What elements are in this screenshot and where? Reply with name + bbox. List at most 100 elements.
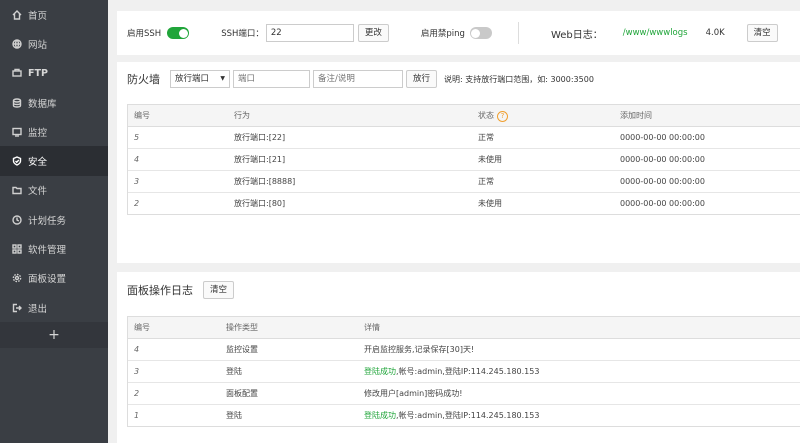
- ssh-enable-toggle[interactable]: [167, 27, 190, 39]
- sidebar: 首页 网站 FTP 数据库 监控 安全 文件 计划任务 软件管理 面板设置 退出…: [0, 0, 108, 443]
- row-time: 0000-00-00 00:00:00: [614, 170, 800, 193]
- log-title: 面板操作日志: [127, 284, 193, 297]
- weblog-path[interactable]: /www/wwwlogs: [623, 28, 688, 38]
- sidebar-item-monitor[interactable]: 监控: [0, 117, 108, 146]
- column-header: 编号: [128, 317, 220, 339]
- home-icon: [9, 9, 25, 20]
- chevron-down-icon: ▼: [220, 75, 225, 82]
- firewall-table: 编号 行为 状态? 添加时间 5 放行端口:[22] 正常 0000-00-00…: [127, 104, 800, 215]
- row-detail: 登陆成功,帐号:admin,登陆IP:114.245.180.153: [358, 405, 800, 427]
- globe-icon: [9, 39, 25, 49]
- row-status: 未使用: [478, 199, 502, 208]
- sidebar-item-label: 面板设置: [28, 274, 67, 286]
- row-status: 正常: [472, 170, 614, 193]
- clear-log-button[interactable]: 清空: [203, 281, 235, 299]
- column-header: 操作类型: [220, 317, 358, 339]
- row-status: 正常: [472, 126, 614, 149]
- sidebar-item-security[interactable]: 安全: [0, 146, 108, 176]
- row-id: 5: [128, 126, 228, 149]
- firewall-type-select[interactable]: 放行端口 ▼: [170, 70, 230, 88]
- table-row: 4 监控设置 开启监控服务,记录保存[30]天!: [128, 338, 800, 361]
- firewall-title: 防火墙: [127, 73, 160, 86]
- row-time: 0000-00-00 00:00:00: [620, 199, 705, 208]
- row-id: 2: [128, 382, 220, 405]
- ftp-icon: [9, 68, 25, 78]
- sidebar-item-database[interactable]: 数据库: [0, 88, 108, 117]
- row-type: 登陆: [220, 360, 358, 383]
- shield-icon: [9, 156, 25, 166]
- log-toolbar: 面板操作日志 清空: [117, 272, 800, 308]
- row-detail: 登陆成功,帐号:admin,登陆IP:114.245.180.153: [358, 360, 800, 383]
- status-header-label: 状态: [478, 110, 494, 120]
- ssh-settings-bar: 启用SSH SSH端口： 更改 启用禁ping Web日志： /www/wwwl…: [117, 11, 800, 55]
- clear-weblog-button[interactable]: 清空: [746, 24, 778, 42]
- ssh-port-input[interactable]: [265, 24, 354, 42]
- firewall-toolbar: 防火墙 放行端口 ▼ 放行 说明: 支持放行端口范围，如: 3000:3500: [117, 62, 800, 96]
- sidebar-item-label: 数据库: [28, 98, 57, 110]
- panel-log-section: 面板操作日志 清空 编号 操作类型 详情 4 监控设置 开启监控服务,记录保存[…: [117, 272, 800, 443]
- monitor-icon: [9, 127, 25, 137]
- sidebar-item-label: 退出: [28, 303, 48, 315]
- sidebar-item-label: 计划任务: [28, 215, 67, 227]
- detail-text: ,帐号:admin,登陆IP:114.245.180.153: [396, 411, 540, 420]
- row-type: 面板配置: [220, 382, 358, 405]
- logout-icon: [9, 303, 25, 313]
- database-icon: [9, 97, 25, 108]
- ssh-port-label: SSH端口：: [221, 29, 264, 39]
- sidebar-item-files[interactable]: 文件: [0, 176, 108, 205]
- port-input[interactable]: [233, 70, 310, 88]
- remark-input[interactable]: [313, 70, 403, 88]
- table-row: 1 登陆 登陆成功,帐号:admin,登陆IP:114.245.180.153: [128, 405, 800, 427]
- ssh-enable-label: 启用SSH: [127, 29, 162, 39]
- row-action: 放行端口:[22]: [228, 126, 472, 149]
- help-icon[interactable]: ?: [497, 110, 508, 122]
- row-id: 3: [128, 170, 228, 193]
- row-action: 放行端口:[80]: [234, 199, 286, 208]
- add-shortcut-button[interactable]: +: [0, 322, 108, 349]
- row-action: 放行端口:[8888]: [228, 170, 472, 193]
- clock-icon: [9, 215, 25, 225]
- row-id: 4: [128, 338, 220, 361]
- table-row: 3 放行端口:[8888] 正常 0000-00-00 00:00:00: [128, 170, 800, 193]
- sidebar-item-home[interactable]: 首页: [0, 0, 108, 29]
- detail-prefix: 登陆成功: [364, 367, 396, 376]
- main-content: 启用SSH SSH端口： 更改 启用禁ping Web日志： /www/wwwl…: [117, 0, 800, 443]
- row-detail: 开启监控服务,记录保存[30]天!: [358, 338, 800, 361]
- sidebar-item-ftp[interactable]: FTP: [0, 59, 108, 88]
- sidebar-item-label: 安全: [28, 157, 48, 169]
- detail-text: ,帐号:admin,登陆IP:114.245.180.153: [396, 367, 540, 376]
- row-type: 登陆: [226, 411, 242, 420]
- row-status: 未使用: [472, 148, 614, 171]
- row-id: 3: [128, 360, 220, 383]
- sidebar-item-label: FTP: [28, 67, 48, 79]
- row-time: 0000-00-00 00:00:00: [614, 126, 800, 149]
- ping-label: 启用禁ping: [420, 29, 465, 39]
- table-row: 2 面板配置 修改用户[admin]密码成功!: [128, 382, 800, 405]
- firewall-panel: 防火墙 放行端口 ▼ 放行 说明: 支持放行端口范围，如: 3000:3500 …: [117, 62, 800, 263]
- weblog-label: Web日志：: [550, 29, 603, 41]
- sidebar-item-logout[interactable]: 退出: [0, 293, 108, 322]
- ping-toggle[interactable]: [469, 27, 492, 39]
- row-id: 4: [128, 148, 228, 171]
- weblog-size: 4.0K: [705, 28, 725, 38]
- sidebar-item-cron[interactable]: 计划任务: [0, 205, 108, 234]
- column-header: 状态?: [472, 105, 614, 127]
- column-header: 行为: [228, 105, 472, 127]
- table-row: 2 放行端口:[80] 未使用 0000-00-00 00:00:00: [128, 193, 800, 215]
- column-header: 添加时间: [614, 105, 800, 127]
- log-table: 编号 操作类型 详情 4 监控设置 开启监控服务,记录保存[30]天! 3 登陆…: [127, 316, 800, 427]
- sidebar-item-website[interactable]: 网站: [0, 29, 108, 58]
- divider: [517, 22, 519, 44]
- sidebar-item-software[interactable]: 软件管理: [0, 234, 108, 263]
- sidebar-item-settings[interactable]: 面板设置: [0, 264, 108, 293]
- row-type: 监控设置: [220, 338, 358, 361]
- table-row: 5 放行端口:[22] 正常 0000-00-00 00:00:00: [128, 126, 800, 149]
- sidebar-item-label: 网站: [28, 39, 48, 51]
- change-port-button[interactable]: 更改: [357, 24, 389, 42]
- sidebar-item-label: 文件: [28, 186, 48, 198]
- table-row: 3 登陆 登陆成功,帐号:admin,登陆IP:114.245.180.153: [128, 360, 800, 383]
- allow-port-button[interactable]: 放行: [406, 70, 438, 88]
- sidebar-item-label: 首页: [28, 10, 48, 22]
- row-id: 1: [134, 411, 140, 420]
- grid-icon: [9, 244, 25, 254]
